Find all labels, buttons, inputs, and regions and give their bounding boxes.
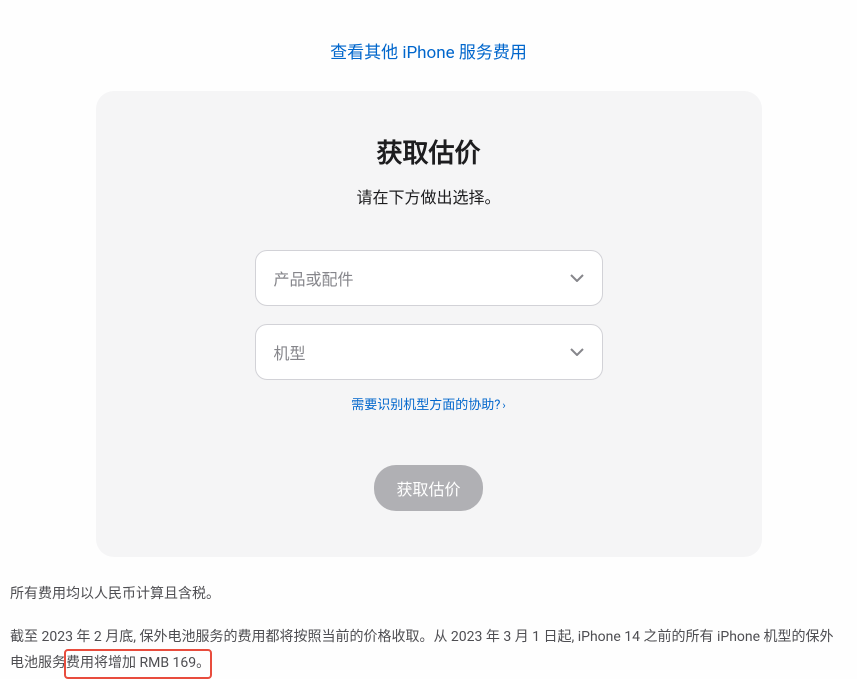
chevron-right-icon: › xyxy=(502,399,505,412)
product-select-placeholder: 产品或配件 xyxy=(274,266,570,290)
get-estimate-button[interactable]: 获取估价 xyxy=(374,465,482,511)
footer-line-1: 所有费用均以人民币计算且含税。 xyxy=(10,581,847,608)
other-services-link[interactable]: 查看其他 iPhone 服务费用 xyxy=(330,43,527,63)
card-subtitle: 请在下方做出选择。 xyxy=(136,184,722,208)
select-group: 产品或配件 机型 需要识别机型方面的协助?› xyxy=(255,250,603,465)
chevron-down-icon xyxy=(570,271,584,285)
model-select[interactable]: 机型 xyxy=(255,324,603,380)
price-increase-highlight: 费用将增加 RMB 169。 xyxy=(66,650,210,677)
identify-model-help-link[interactable]: 需要识别机型方面的协助?› xyxy=(351,394,505,413)
card-title: 获取估价 xyxy=(136,133,722,170)
top-link-container: 查看其他 iPhone 服务费用 xyxy=(0,0,857,91)
product-select[interactable]: 产品或配件 xyxy=(255,250,603,306)
estimate-card: 获取估价 请在下方做出选择。 产品或配件 机型 需要识别机型方面的协助?› 获取… xyxy=(96,91,762,557)
footer-line-2: 截至 2023 年 2 月底, 保外电池服务的费用都将按照当前的价格收取。从 2… xyxy=(10,624,847,677)
footer-notes: 所有费用均以人民币计算且含税。 截至 2023 年 2 月底, 保外电池服务的费… xyxy=(0,557,857,677)
help-link-text: 需要识别机型方面的协助? xyxy=(351,398,500,413)
chevron-down-icon xyxy=(570,345,584,359)
model-select-placeholder: 机型 xyxy=(274,340,570,364)
